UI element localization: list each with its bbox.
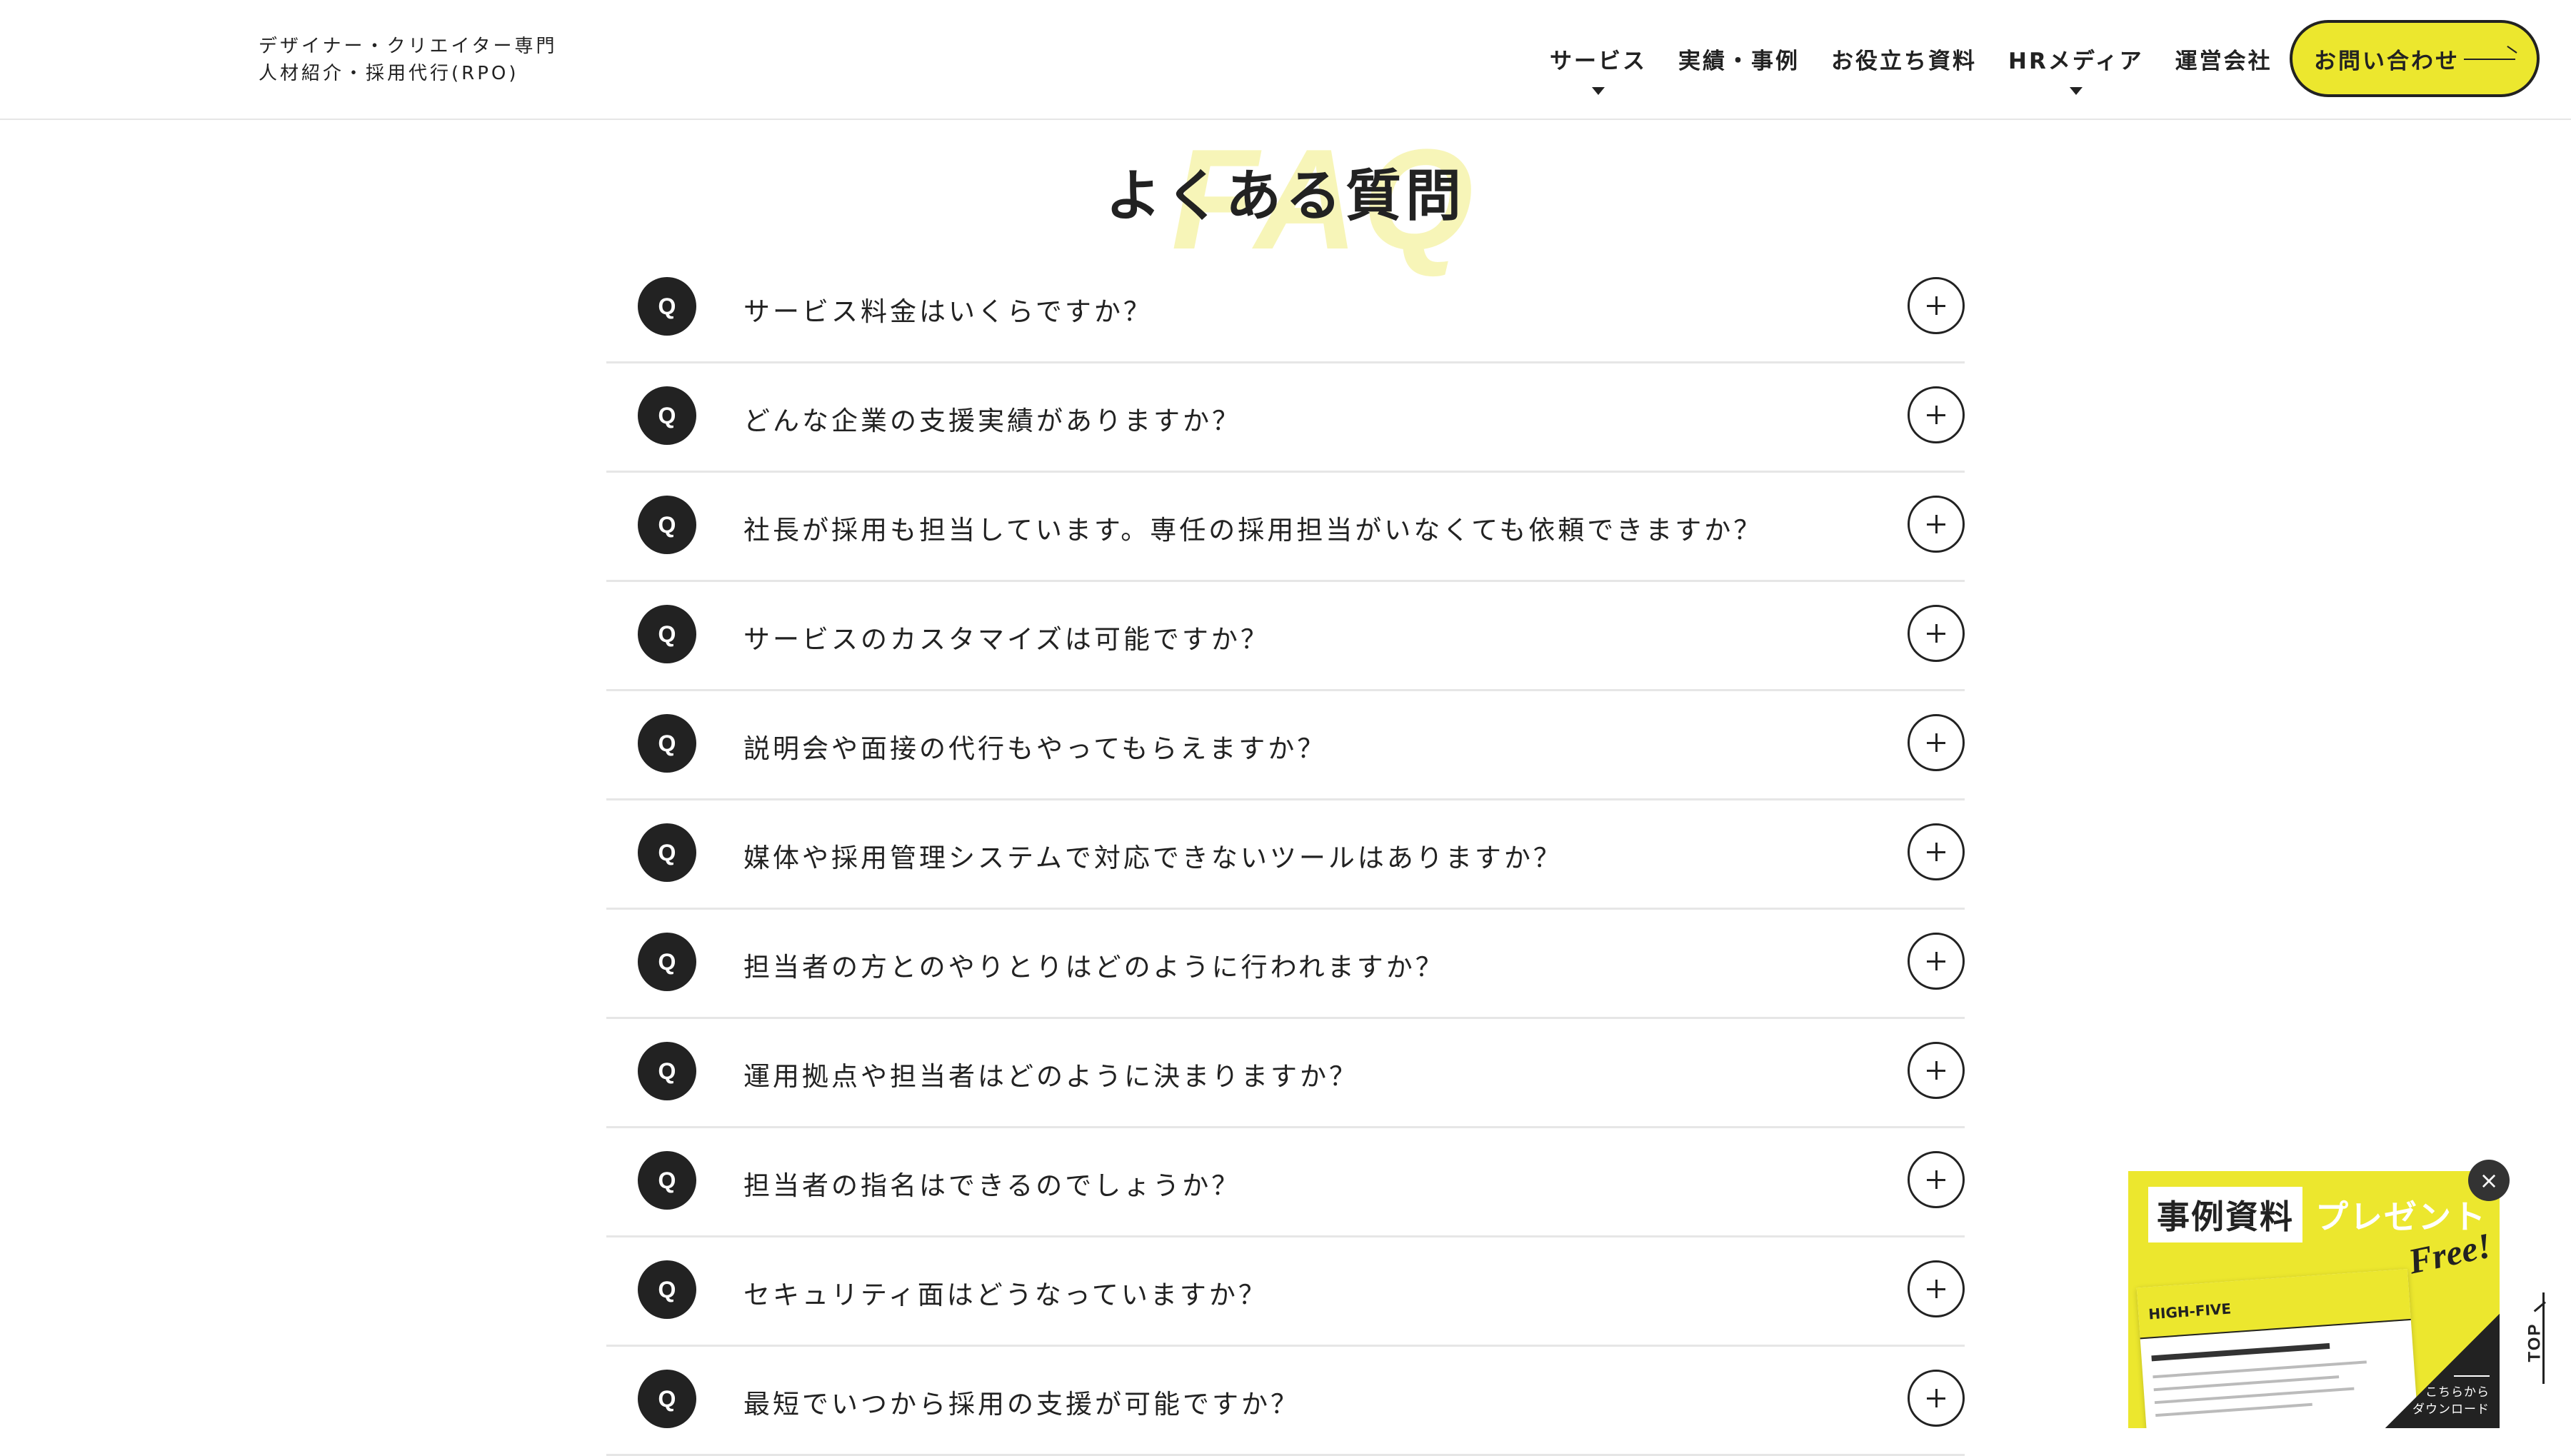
faq-item[interactable]: Q 担当者の方とのやりとりはどのように行われますか？ <box>606 910 1965 1019</box>
nav-item-label: 運営会社 <box>2175 49 2272 74</box>
faq-item[interactable]: Q 説明会や面接の代行もやってもらえますか？ <box>606 691 1965 800</box>
faq-item[interactable]: Q セキュリティ面はどうなっていますか？ <box>606 1237 1965 1347</box>
top-label: TOP <box>2525 1322 2545 1362</box>
q-badge-icon: Q <box>638 605 696 663</box>
site-header: デザイナー・クリエイター専門 人材紹介・採用代行(RPO) サービス 実績・事例… <box>0 0 2571 120</box>
nav-item-works[interactable]: 実績・事例 <box>1678 43 1800 75</box>
contact-button-label: お問い合わせ <box>2314 48 2460 74</box>
plus-icon[interactable] <box>1908 496 1965 553</box>
faq-question: どんな企業の支援実績がありますか？ <box>743 406 1241 436</box>
plus-icon[interactable] <box>1908 823 1965 880</box>
q-badge-icon: Q <box>638 823 696 882</box>
faq-question: 社長が採用も担当しています。専任の採用担当がいなくても依頼できますか？ <box>743 515 1763 546</box>
brand-line-2: 人材紹介・採用代行(RPO) <box>259 63 519 84</box>
q-badge-icon: Q <box>638 1260 696 1319</box>
nav-item-label: HRメディア <box>2008 49 2144 74</box>
doc-line <box>2153 1375 2340 1392</box>
nav-item-resources[interactable]: お役立ち資料 <box>1831 43 1977 75</box>
faq-heading: FAQ よくある質問 <box>0 129 2571 271</box>
faq-question: 媒体や採用管理システムで対応できないツールはありますか？ <box>743 843 1563 873</box>
faq-list: Q サービス料金はいくらですか？ Q どんな企業の支援実績がありますか？ Q 社… <box>606 254 1965 1456</box>
promo-download-link[interactable]: こちらから ダウンロード <box>2404 1375 2490 1418</box>
faq-question: 最短でいつから採用の支援が可能ですか？ <box>743 1389 1300 1420</box>
arrow-right-icon <box>2464 59 2515 60</box>
promo-document-image: HIGH-FIVE <box>2136 1269 2420 1428</box>
faq-question: 担当者の方とのやりとりはどのように行われますか？ <box>743 952 1445 983</box>
arrow-right-icon <box>2454 1375 2490 1377</box>
nav-item-service[interactable]: サービス <box>1550 43 1647 95</box>
faq-item[interactable]: Q サービス料金はいくらですか？ <box>606 254 1965 363</box>
close-icon[interactable]: × <box>2468 1160 2510 1201</box>
caret-down-icon <box>1592 87 1605 95</box>
plus-icon[interactable] <box>1908 1370 1965 1427</box>
faq-question: 運用拠点や担当者はどのように決まりますか？ <box>743 1061 1358 1092</box>
faq-item[interactable]: Q 担当者の指名はできるのでしょうか？ <box>606 1128 1965 1237</box>
download-line-1: こちらから <box>2425 1385 2490 1400</box>
plus-icon[interactable] <box>1908 277 1965 334</box>
q-badge-icon: Q <box>638 386 696 445</box>
q-badge-icon: Q <box>638 933 696 991</box>
promo-heading: 事例資料 <box>2148 1187 2302 1242</box>
doc-line <box>2154 1387 2355 1405</box>
q-badge-icon: Q <box>638 496 696 554</box>
nav-item-label: 実績・事例 <box>1678 49 1800 74</box>
q-badge-icon: Q <box>638 1042 696 1100</box>
faq-item[interactable]: Q 社長が採用も担当しています。専任の採用担当がいなくても依頼できますか？ <box>606 473 1965 582</box>
nav-item-label: サービス <box>1550 49 1647 74</box>
caret-down-icon <box>2069 87 2083 95</box>
plus-icon[interactable] <box>1908 1042 1965 1099</box>
page-title: よくある質問 <box>1105 164 1465 229</box>
faq-item[interactable]: Q サービスのカスタマイズは可能ですか？ <box>606 582 1965 691</box>
download-line-2: ダウンロード <box>2412 1402 2490 1417</box>
faq-question: サービス料金はいくらですか？ <box>743 296 1153 327</box>
faq-question: 担当者の指名はできるのでしょうか？ <box>743 1170 1241 1201</box>
promo-banner[interactable]: 事例資料 プレゼント Free! HIGH-FIVE こちらから ダウンロード <box>2128 1171 2500 1428</box>
doc-line <box>2151 1342 2330 1362</box>
faq-question: 説明会や面接の代行もやってもらえますか？ <box>743 733 1327 764</box>
faq-item[interactable]: Q 運用拠点や担当者はどのように決まりますか？ <box>606 1019 1965 1128</box>
brand-line-1: デザイナー・クリエイター専門 <box>259 36 558 57</box>
nav-item-company[interactable]: 運営会社 <box>2175 43 2272 75</box>
q-badge-icon: Q <box>638 714 696 773</box>
faq-item[interactable]: Q 最短でいつから採用の支援が可能ですか？ <box>606 1347 1965 1456</box>
q-badge-icon: Q <box>638 277 696 336</box>
doc-line <box>2155 1402 2312 1417</box>
brand-logo[interactable]: デザイナー・クリエイター専門 人材紹介・採用代行(RPO) <box>259 33 557 87</box>
plus-icon[interactable] <box>1908 933 1965 990</box>
nav-item-label: お役立ち資料 <box>1831 49 1977 74</box>
plus-icon[interactable] <box>1908 605 1965 662</box>
q-badge-icon: Q <box>638 1370 696 1428</box>
plus-icon[interactable] <box>1908 1151 1965 1208</box>
global-nav: サービス 実績・事例 お役立ち資料 HRメディア 運営会社 <box>1550 43 2304 95</box>
faq-question: サービスのカスタマイズは可能ですか？ <box>743 624 1270 655</box>
contact-button[interactable]: お問い合わせ <box>2290 20 2540 97</box>
plus-icon[interactable] <box>1908 714 1965 771</box>
plus-icon[interactable] <box>1908 386 1965 443</box>
back-to-top-button[interactable]: TOP <box>2521 1285 2552 1385</box>
faq-item[interactable]: Q 媒体や採用管理システムで対応できないツールはありますか？ <box>606 800 1965 910</box>
faq-item[interactable]: Q どんな企業の支援実績がありますか？ <box>606 363 1965 473</box>
q-badge-icon: Q <box>638 1151 696 1210</box>
faq-question: セキュリティ面はどうなっていますか？ <box>743 1280 1268 1310</box>
nav-item-hr-media[interactable]: HRメディア <box>2008 43 2144 95</box>
plus-icon[interactable] <box>1908 1260 1965 1317</box>
